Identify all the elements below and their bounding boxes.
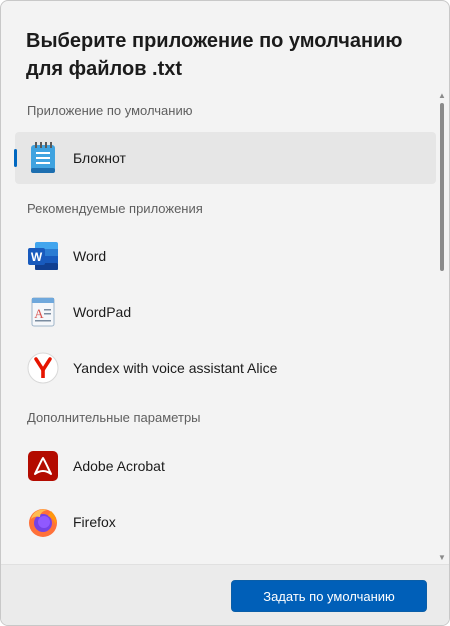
svg-text:W: W — [31, 250, 43, 264]
app-label-firefox: Firefox — [73, 514, 116, 530]
scroll-down-arrow-icon[interactable]: ▼ — [437, 553, 447, 563]
list-scrollbar[interactable]: ▲ ▼ — [437, 91, 447, 563]
app-item-wordpad[interactable]: A WordPad — [15, 286, 436, 338]
word-icon: W — [27, 240, 59, 272]
dialog-title: Выберите приложение по умолчанию для фай… — [26, 30, 403, 80]
app-item-notepad[interactable]: Блокнот — [14, 132, 436, 184]
app-list[interactable]: Приложение по умолчанию Блокнот Рекоменд — [1, 89, 449, 564]
notepad-icon — [27, 142, 59, 174]
app-item-word[interactable]: W Word — [15, 230, 436, 282]
section-recommended-apps: Рекомендуемые приложения — [27, 201, 203, 216]
scroll-up-arrow-icon[interactable]: ▲ — [437, 91, 447, 101]
app-item-firefox[interactable]: Firefox — [15, 496, 436, 548]
app-item-partial[interactable] — [15, 552, 436, 564]
acrobat-icon — [27, 450, 59, 482]
app-label-acrobat: Adobe Acrobat — [73, 458, 165, 474]
app-item-acrobat[interactable]: Adobe Acrobat — [15, 440, 436, 492]
default-app-dialog: Выберите приложение по умолчанию для фай… — [0, 0, 450, 626]
app-label-yandex: Yandex with voice assistant Alice — [73, 360, 278, 376]
app-item-yandex[interactable]: Yandex with voice assistant Alice — [15, 342, 436, 394]
app-label-word: Word — [73, 248, 107, 264]
section-more-options: Дополнительные параметры — [27, 410, 201, 425]
section-default-app: Приложение по умолчанию — [27, 103, 193, 118]
app-label-notepad: Блокнот — [73, 150, 126, 166]
dialog-footer: Задать по умолчанию — [1, 564, 449, 625]
app-label-wordpad: WordPad — [73, 304, 132, 320]
svg-text:A: A — [34, 306, 44, 321]
firefox-icon — [27, 506, 59, 538]
set-default-button[interactable]: Задать по умолчанию — [231, 580, 427, 612]
yandex-icon — [27, 352, 59, 384]
wordpad-icon: A — [27, 296, 59, 328]
scroll-thumb[interactable] — [440, 103, 444, 271]
selection-indicator — [14, 149, 17, 167]
